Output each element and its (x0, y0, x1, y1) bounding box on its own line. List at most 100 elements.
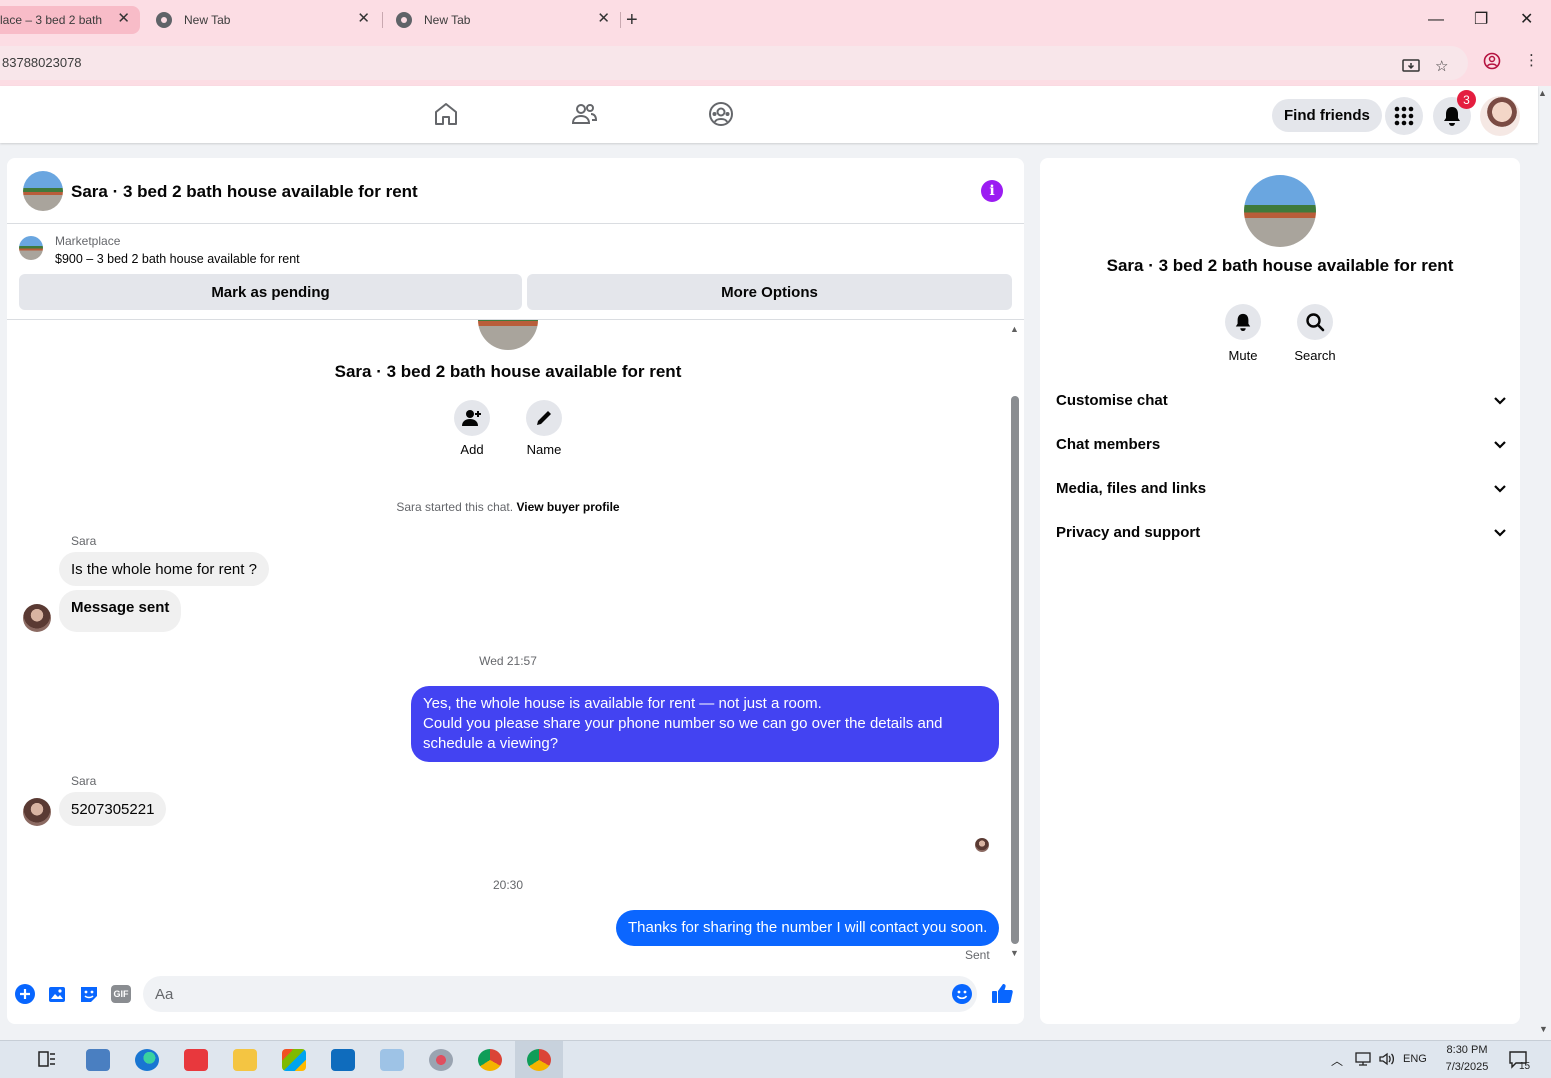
customise-chat-section[interactable]: Customise chat (1056, 382, 1506, 418)
address-bar-row: 83788023078 ☆ ⋮ (0, 40, 1551, 86)
incoming-message[interactable]: 5207305221 (59, 792, 167, 826)
sender-avatar[interactable] (23, 604, 51, 632)
message-timestamp: 20:30 (492, 878, 524, 892)
incoming-message[interactable]: Message sent (59, 590, 182, 632)
close-tab-icon[interactable]: ✕ (117, 11, 130, 27)
groups-icon[interactable] (707, 100, 735, 128)
info-avatar[interactable] (1244, 175, 1316, 247)
search-icon (1297, 304, 1333, 340)
chevron-down-icon (1494, 480, 1506, 497)
incoming-message[interactable]: Is the whole home for rent ? (59, 552, 269, 586)
thumbs-up-icon[interactable] (991, 982, 1013, 1004)
started-text: Sara started this chat. (396, 500, 514, 514)
search-in-chat-button[interactable]: Search (1285, 304, 1345, 363)
page-scroll-up-icon[interactable]: ▲ (1538, 88, 1547, 98)
tab-marketplace[interactable]: lace – 3 bed 2 bath h ✕ (0, 6, 140, 34)
read-receipt-avatar (975, 838, 989, 852)
scroll-down-arrow-icon[interactable]: ▼ (1010, 948, 1019, 958)
browser-menu-icon[interactable]: ⋮ (1524, 52, 1539, 70)
tab-separator (382, 12, 383, 28)
section-label: Chat members (1056, 435, 1161, 453)
listing-source-label: Marketplace (55, 234, 121, 248)
task-view-icon[interactable] (37, 1049, 61, 1071)
media-files-links-section[interactable]: Media, files and links (1056, 470, 1506, 506)
bell-icon (1225, 304, 1261, 340)
close-tab-icon[interactable]: ✕ (357, 11, 370, 27)
scroll-up-arrow-icon[interactable]: ▲ (1010, 324, 1019, 334)
message-input[interactable] (143, 976, 977, 1012)
section-label: Privacy and support (1056, 523, 1201, 541)
add-people-button[interactable]: Add (442, 400, 502, 457)
conversation-avatar (478, 320, 538, 350)
privacy-support-section[interactable]: Privacy and support (1056, 514, 1506, 550)
clock-date[interactable]: 7/3/2025 (1441, 1061, 1493, 1073)
plus-circle-icon[interactable] (15, 984, 35, 1004)
tab-new-tab-2[interactable]: New Tab ✕ (390, 6, 620, 34)
section-label: Media, files and links (1056, 479, 1207, 497)
paint-app-icon[interactable] (429, 1049, 453, 1071)
tab-new-tab-1[interactable]: New Tab ✕ (150, 6, 380, 34)
control-panel-icon[interactable] (86, 1049, 110, 1071)
view-buyer-profile-link[interactable]: View buyer profile (516, 500, 619, 514)
install-app-icon[interactable] (1402, 58, 1420, 79)
mute-button[interactable]: Mute (1213, 304, 1273, 363)
emoji-icon[interactable] (952, 984, 972, 1004)
profile-icon[interactable] (1483, 52, 1501, 75)
listing-title[interactable]: $900 – 3 bed 2 bath house available for … (55, 252, 300, 266)
tab-title: New Tab (184, 13, 231, 27)
microsoft-store-icon[interactable] (282, 1049, 306, 1071)
mute-label: Mute (1228, 348, 1258, 363)
restore-icon[interactable]: ❐ (1474, 9, 1488, 31)
info-icon[interactable]: i (981, 180, 1003, 202)
minimize-icon[interactable]: — (1428, 9, 1444, 31)
new-tab-icon[interactable]: + (626, 9, 638, 31)
window-close-icon[interactable]: ✕ (1520, 9, 1533, 31)
sender-avatar[interactable] (23, 798, 51, 826)
chevron-down-icon (1494, 392, 1506, 409)
more-options-button[interactable]: More Options (527, 274, 1012, 310)
chat-members-section[interactable]: Chat members (1056, 426, 1506, 462)
message-composer: GIF (7, 972, 1024, 1016)
name-chat-button[interactable]: Name (514, 400, 574, 457)
network-icon[interactable] (1354, 1051, 1372, 1070)
bookmark-star-icon[interactable]: ☆ (1435, 58, 1448, 76)
chat-title[interactable]: Sara · 3 bed 2 bath house available for … (71, 182, 418, 202)
chat-started-notice: Sara started this chat. View buyer profi… (7, 500, 1009, 514)
close-tab-icon[interactable]: ✕ (597, 11, 610, 27)
file-explorer-icon[interactable] (233, 1049, 257, 1071)
omnibox[interactable]: 83788023078 ☆ (0, 46, 1468, 80)
gif-icon[interactable]: GIF (111, 985, 131, 1003)
chat-info-panel: Sara · 3 bed 2 bath house available for … (1040, 158, 1520, 1024)
chat-scrollbar-thumb[interactable] (1011, 396, 1019, 944)
browser-tab-bar: lace – 3 bed 2 bath h ✕ New Tab ✕ New Ta… (0, 0, 1551, 40)
friends-icon[interactable] (570, 100, 598, 128)
edge-browser-icon[interactable] (135, 1049, 159, 1071)
listing-thumbnail[interactable] (19, 236, 43, 260)
add-label: Add (460, 442, 484, 457)
volume-icon[interactable] (1378, 1051, 1396, 1070)
find-friends-button[interactable]: Find friends (1272, 99, 1382, 132)
photo-icon[interactable] (47, 984, 67, 1004)
clock-time[interactable]: 8:30 PM (1441, 1044, 1493, 1056)
mail-icon[interactable] (331, 1049, 355, 1071)
tray-expand-icon[interactable]: ︿ (1331, 1052, 1343, 1069)
mark-as-pending-button[interactable]: Mark as pending (19, 274, 522, 310)
page-scroll-down-icon[interactable]: ▼ (1539, 1024, 1548, 1034)
notification-count-badge: 3 (1457, 90, 1476, 109)
chrome-favicon-icon (396, 12, 412, 28)
menu-grid-icon[interactable] (1385, 97, 1423, 135)
home-icon[interactable] (432, 100, 460, 128)
photos-icon[interactable] (380, 1049, 404, 1071)
outgoing-message[interactable]: Thanks for sharing the number I will con… (616, 910, 1000, 946)
chat-header: Sara · 3 bed 2 bath house available for … (7, 158, 1024, 224)
sticker-icon[interactable] (79, 984, 99, 1004)
language-indicator[interactable]: ENG (1403, 1053, 1427, 1065)
anydesk-icon[interactable] (184, 1049, 208, 1071)
chevron-down-icon (1494, 436, 1506, 453)
account-avatar[interactable] (1480, 96, 1520, 136)
chrome-profile-icon[interactable] (478, 1049, 502, 1071)
message-status: Sent (965, 948, 990, 960)
chat-avatar[interactable] (23, 171, 63, 211)
chrome-active-icon[interactable] (527, 1049, 551, 1071)
outgoing-message[interactable]: Yes, the whole house is available for re… (411, 686, 999, 762)
